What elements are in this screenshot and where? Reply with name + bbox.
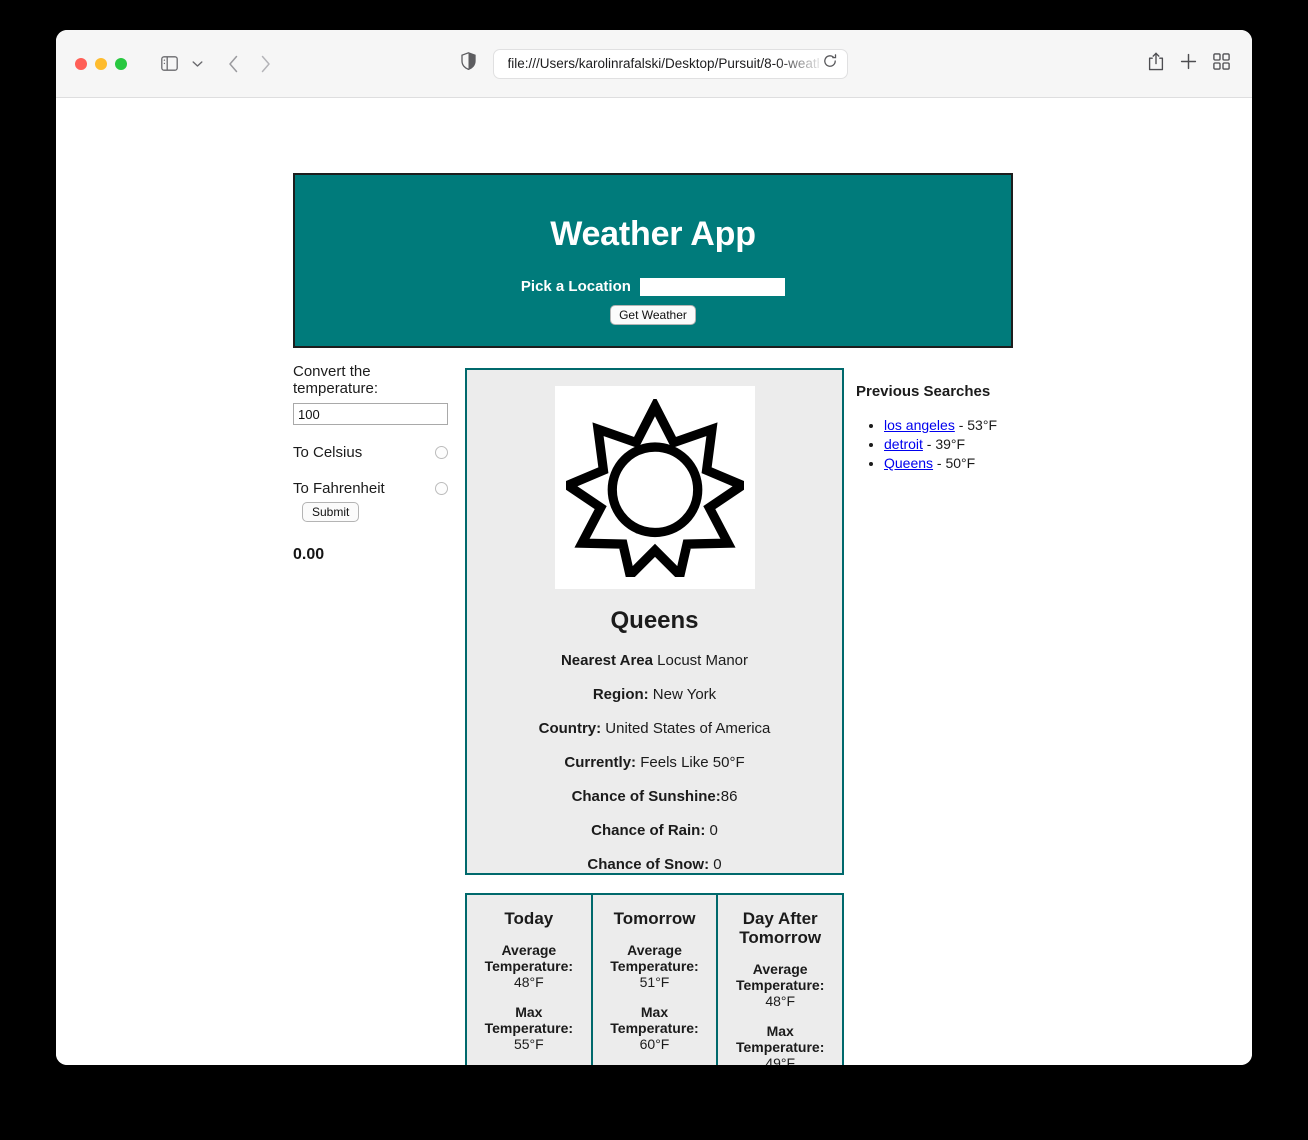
forecast-row: Today Average Temperature: 48°F Max Temp…	[465, 893, 844, 1065]
detail-value: 0	[709, 856, 722, 873]
to-fahrenheit-radio[interactable]	[435, 482, 448, 495]
forecast-day: Day After Tomorrow	[739, 909, 822, 947]
forecast-average: Average Temperature: 51°F	[601, 942, 709, 990]
previous-searches-title: Previous Searches	[856, 383, 991, 400]
converter-label: Convert the temperature:	[293, 363, 379, 397]
close-window-button[interactable]	[75, 57, 87, 70]
forecast-average: Average Temperature: 48°F	[726, 961, 834, 1009]
detail-nearest-area: Nearest Area Locust Manor	[467, 652, 842, 669]
browser-toolbar: file:///Users/karolinrafalski/Desktop/Pu…	[56, 30, 1252, 98]
temperature-converter: Convert the temperature: To Celsius To F…	[293, 363, 448, 564]
previous-search-link[interactable]: los angeles	[884, 417, 955, 433]
list-item: Queens - 50°F	[884, 455, 1086, 471]
forecast-value: 55°F	[513, 1036, 544, 1052]
weather-icon-box	[554, 386, 755, 589]
weather-card: Queens Nearest Area Locust Manor Region:…	[465, 368, 844, 875]
radio-row-celsius[interactable]: To Celsius	[293, 444, 448, 461]
page-title: Weather App	[550, 215, 756, 253]
app-header: Weather App Pick a Location Get Weather	[293, 173, 1013, 348]
location-form: Pick a Location Get Weather	[295, 278, 1011, 326]
detail-value: 86	[720, 788, 738, 805]
detail-label: Country:	[538, 720, 602, 737]
to-fahrenheit-label: To Fahrenheit	[293, 480, 385, 497]
forecast-value: 60°F	[639, 1036, 670, 1052]
list-item: detroit - 39°F	[884, 436, 1086, 452]
minimize-window-button[interactable]	[95, 57, 107, 70]
sun-icon	[565, 398, 744, 577]
forward-arrow-icon[interactable]	[250, 50, 280, 78]
forecast-value: 51°F	[639, 974, 670, 990]
toolbar-actions	[1148, 52, 1230, 76]
forecast-average: Average Temperature: 48°F	[475, 942, 583, 990]
to-celsius-label: To Celsius	[293, 444, 363, 461]
browser-window: file:///Users/karolinrafalski/Desktop/Pu…	[56, 30, 1252, 1065]
forecast-value: 49°F	[765, 1055, 796, 1065]
detail-chance-of-sunshine: Chance of Sunshine:86	[467, 788, 842, 805]
detail-label: Region:	[592, 686, 649, 703]
detail-label: Nearest Area	[560, 652, 653, 669]
location-label: Pick a Location	[520, 278, 631, 295]
detail-country: Country: United States of America	[467, 720, 842, 737]
forecast-max: Max Temperature: 55°F	[475, 1004, 583, 1052]
chevron-down-icon[interactable]	[186, 50, 208, 78]
detail-label: Chance of Snow:	[587, 856, 710, 873]
forecast-max: Max Temperature: 60°F	[601, 1004, 709, 1052]
zoom-window-button[interactable]	[115, 57, 127, 70]
share-icon[interactable]	[1148, 52, 1164, 76]
detail-chance-of-snow: Chance of Snow: 0	[467, 856, 842, 873]
shield-icon[interactable]	[460, 52, 476, 75]
detail-value: New York	[648, 686, 717, 703]
reload-icon[interactable]	[823, 54, 837, 73]
previous-search-temp: - 50°F	[933, 455, 976, 471]
forecast-label: Max Temperature:	[484, 1004, 574, 1036]
location-input[interactable]	[640, 278, 786, 297]
radio-row-fahrenheit[interactable]: To Fahrenheit	[293, 480, 448, 497]
detail-label: Currently:	[564, 754, 637, 771]
window-controls	[75, 57, 127, 70]
detail-value: 0	[705, 822, 718, 839]
detail-chance-of-rain: Chance of Rain: 0	[467, 822, 842, 839]
page-content: Weather App Pick a Location Get Weather …	[56, 98, 1252, 1065]
plus-icon[interactable]	[1180, 53, 1197, 75]
sidebar-icon[interactable]	[154, 50, 184, 78]
city-name: Queens	[610, 607, 699, 634]
previous-searches: Previous Searches los angeles - 53°F det…	[856, 383, 1086, 474]
forecast-label: Average Temperature:	[735, 961, 825, 993]
detail-label: Chance of Sunshine:	[571, 788, 721, 805]
temperature-input[interactable]	[293, 403, 448, 425]
to-celsius-radio[interactable]	[435, 446, 448, 459]
previous-search-link[interactable]: detroit	[884, 436, 923, 452]
forecast-card-today: Today Average Temperature: 48°F Max Temp…	[467, 895, 591, 1065]
detail-currently: Currently: Feels Like 50°F	[467, 754, 842, 771]
previous-searches-list: los angeles - 53°F detroit - 39°F Queens…	[856, 417, 1086, 471]
previous-search-temp: - 39°F	[922, 436, 966, 452]
forecast-max: Max Temperature: 49°F	[726, 1023, 834, 1065]
forecast-label: Average Temperature:	[484, 942, 574, 974]
forecast-label: Average Temperature:	[610, 942, 699, 974]
conversion-result: 0.00	[293, 546, 325, 563]
forecast-day: Today	[504, 909, 554, 928]
detail-value: Feels Like 50°F	[636, 754, 745, 771]
detail-label: Chance of Rain:	[591, 822, 706, 839]
detail-region: Region: New York	[467, 686, 842, 703]
forecast-value: 48°F	[513, 974, 544, 990]
detail-value: Locust Manor	[652, 652, 749, 669]
get-weather-button[interactable]: Get Weather	[610, 305, 696, 326]
back-arrow-icon[interactable]	[218, 50, 248, 78]
forecast-card-tomorrow: Tomorrow Average Temperature: 51°F Max T…	[590, 895, 717, 1065]
forecast-label: Max Temperature:	[610, 1004, 699, 1036]
submit-button[interactable]: Submit	[302, 502, 360, 522]
detail-value: United States of America	[601, 720, 771, 737]
tab-overview-icon[interactable]	[1213, 52, 1230, 75]
previous-search-link[interactable]: Queens	[884, 455, 933, 471]
list-item: los angeles - 53°F	[884, 417, 1086, 433]
url-text: file:///Users/karolinrafalski/Desktop/Pu…	[507, 56, 819, 71]
forecast-day: Tomorrow	[613, 909, 696, 928]
forecast-value: 48°F	[765, 993, 796, 1009]
navigation-controls	[154, 50, 280, 78]
forecast-card-day-after-tomorrow: Day After Tomorrow Average Temperature: …	[716, 895, 842, 1065]
address-bar[interactable]: file:///Users/karolinrafalski/Desktop/Pu…	[492, 48, 848, 79]
previous-search-temp: - 53°F	[954, 417, 997, 433]
forecast-label: Max Temperature:	[735, 1023, 825, 1055]
